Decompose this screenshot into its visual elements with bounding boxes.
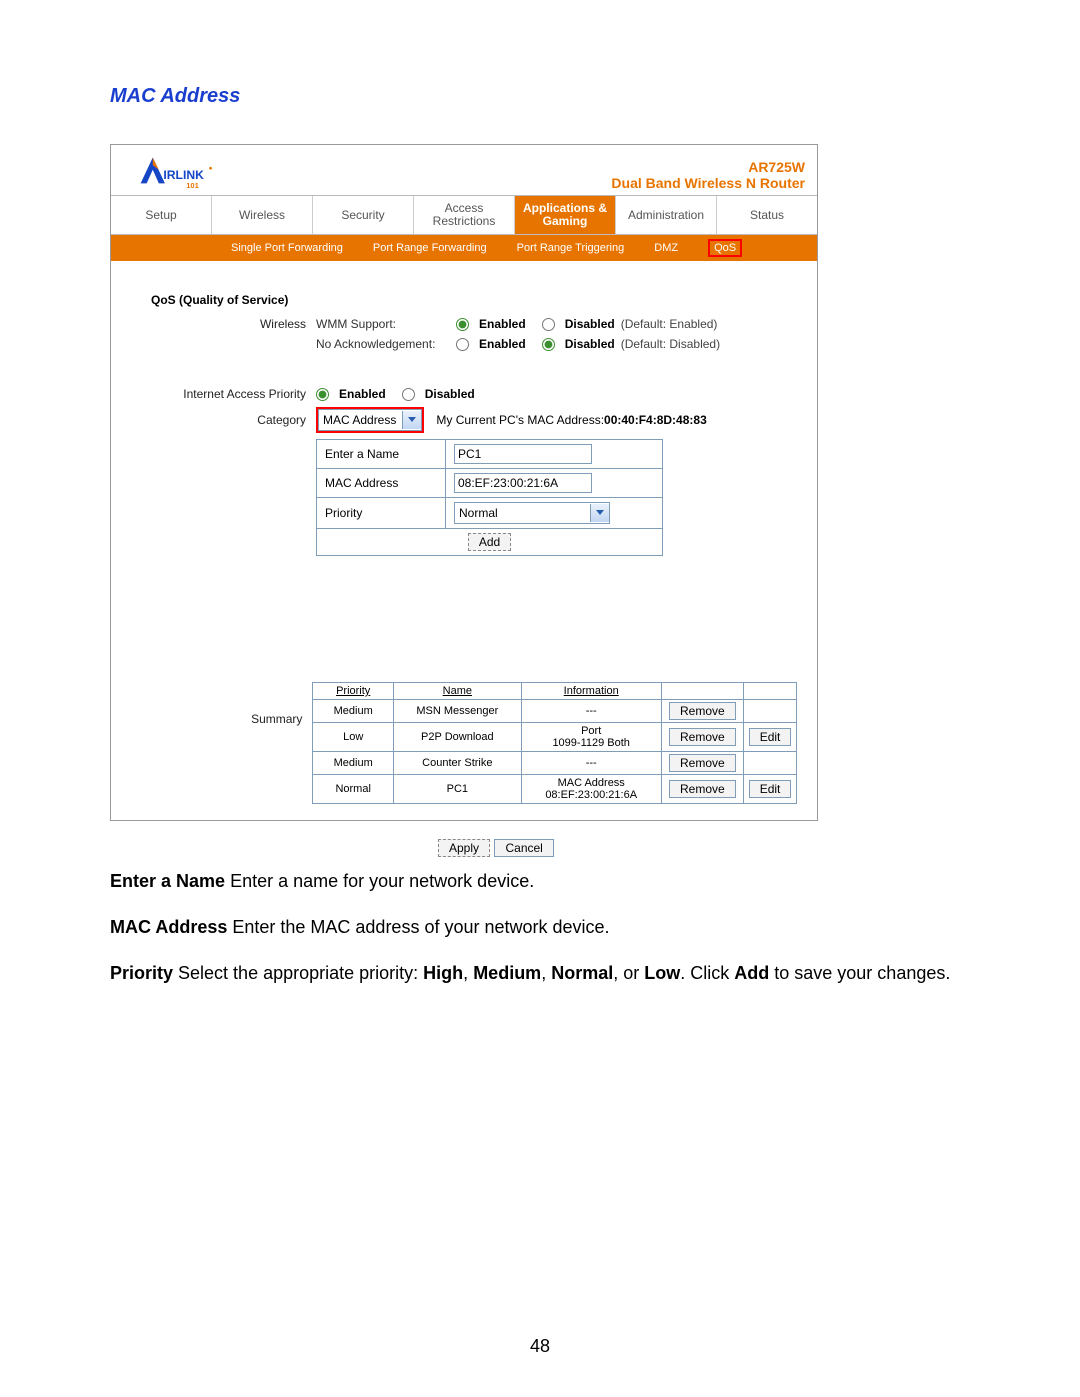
tab-access-restrictions[interactable]: Access Restrictions	[414, 196, 515, 234]
remove-button[interactable]: Remove	[669, 754, 736, 772]
mac-note-value: 00:40:F4:8D:48:83	[604, 413, 707, 427]
mac-input[interactable]	[454, 473, 592, 493]
mac-field-label: MAC Address	[317, 469, 446, 498]
subtab-qos[interactable]: QoS	[708, 239, 742, 257]
remove-button[interactable]: Remove	[669, 728, 736, 746]
tab-security[interactable]: Security	[313, 196, 414, 234]
remove-button[interactable]: Remove	[669, 780, 736, 798]
mac-entry-form: Enter a Name MAC Address Priority Normal	[316, 439, 663, 556]
sub-nav-tabs: Single Port Forwarding Port Range Forwar…	[111, 235, 817, 261]
chevron-down-icon	[402, 411, 421, 429]
subtab-dmz[interactable]: DMZ	[654, 242, 678, 254]
section-title: MAC Address	[110, 85, 970, 108]
panel-header: IRLINK 101 AR725W Dual Band Wireless N R…	[111, 145, 817, 195]
main-nav-tabs: Setup Wireless Security Access Restricti…	[111, 195, 817, 235]
name-input[interactable]	[454, 444, 592, 464]
category-select-highlight: MAC Address	[316, 407, 424, 433]
desc-name: Enter a Name Enter a name for your netwo…	[110, 869, 970, 893]
summary-label: Summary	[151, 682, 312, 726]
wmm-enabled-radio[interactable]	[456, 318, 469, 331]
category-label: Category	[151, 413, 316, 427]
tab-applications-gaming[interactable]: Applications & Gaming	[515, 196, 616, 234]
apply-button[interactable]: Apply	[438, 839, 490, 857]
model-number: AR725W	[611, 159, 805, 175]
wmm-disabled-radio[interactable]	[542, 318, 555, 331]
col-priority: Priority	[313, 683, 394, 700]
priority-select[interactable]: Normal	[454, 502, 610, 524]
svg-text:101: 101	[186, 181, 199, 190]
router-admin-panel: IRLINK 101 AR725W Dual Band Wireless N R…	[110, 144, 818, 821]
wmm-label: WMM Support:	[316, 317, 446, 331]
priority-field-label: Priority	[317, 498, 446, 529]
enabled-label: Enabled	[479, 317, 526, 331]
col-information: Information	[521, 683, 661, 700]
wireless-label: Wireless	[151, 317, 316, 331]
table-row: Normal PC1 MAC Address 08:EF:23:00:21:6A…	[313, 775, 797, 804]
category-select[interactable]: MAC Address	[318, 409, 422, 431]
table-row: Low P2P Download Port 1099-1129 Both Rem…	[313, 723, 797, 752]
subtab-port-range-fwd[interactable]: Port Range Forwarding	[373, 242, 487, 254]
tab-administration[interactable]: Administration	[616, 196, 717, 234]
noack-label: No Acknowledgement:	[316, 337, 446, 351]
desc-mac: MAC Address Enter the MAC address of you…	[110, 915, 970, 939]
tab-status[interactable]: Status	[717, 196, 817, 234]
disabled-label: Disabled	[565, 317, 615, 331]
edit-button[interactable]: Edit	[749, 780, 792, 798]
iap-disabled-radio[interactable]	[402, 388, 415, 401]
svg-text:IRLINK: IRLINK	[163, 168, 204, 182]
qos-heading: QoS (Quality of Service)	[151, 293, 797, 307]
tab-wireless[interactable]: Wireless	[212, 196, 313, 234]
noack-enabled-radio[interactable]	[456, 338, 469, 351]
table-row: Medium MSN Messenger --- Remove	[313, 700, 797, 723]
page-number: 48	[0, 1336, 1080, 1357]
cancel-button[interactable]: Cancel	[494, 839, 553, 857]
product-line: Dual Band Wireless N Router	[611, 175, 805, 191]
table-row: Medium Counter Strike --- Remove	[313, 752, 797, 775]
summary-table: Priority Name Information Medium MSN Mes…	[312, 682, 797, 804]
tab-setup[interactable]: Setup	[111, 196, 212, 234]
name-field-label: Enter a Name	[317, 440, 446, 469]
chevron-down-icon	[590, 504, 609, 522]
noack-default-note: (Default: Disabled)	[621, 337, 720, 351]
mac-note-prefix: My Current PC's MAC Address:	[436, 413, 604, 427]
iap-enabled-radio[interactable]	[316, 388, 329, 401]
iap-label: Internet Access Priority	[151, 387, 316, 401]
subtab-port-range-trigger[interactable]: Port Range Triggering	[517, 242, 625, 254]
subtab-single-port-fwd[interactable]: Single Port Forwarding	[231, 242, 343, 254]
remove-button[interactable]: Remove	[669, 702, 736, 720]
airlink-logo: IRLINK 101	[121, 153, 221, 191]
add-button[interactable]: Add	[468, 533, 511, 551]
col-name: Name	[393, 683, 521, 700]
wmm-default-note: (Default: Enabled)	[621, 317, 718, 331]
edit-button[interactable]: Edit	[749, 728, 792, 746]
desc-priority: Priority Select the appropriate priority…	[110, 961, 970, 985]
noack-disabled-radio[interactable]	[542, 338, 555, 351]
